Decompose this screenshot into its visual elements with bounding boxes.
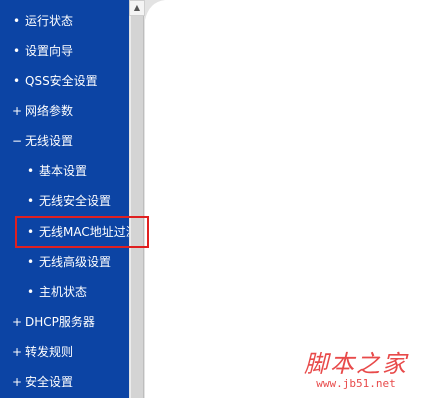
bullet-icon: • (12, 74, 21, 88)
sidebar-item-label: 无线设置 (25, 134, 74, 148)
sidebar-subitem-host-status[interactable]: • 主机状态 (0, 277, 129, 307)
scrollbar-thumb[interactable] (130, 16, 144, 398)
sidebar-item-label: 无线高级设置 (39, 255, 112, 269)
sidebar-item-qss-security[interactable]: • QSS安全设置 (0, 66, 129, 96)
sidebar-subitem-basic-settings[interactable]: • 基本设置 (0, 156, 129, 186)
sidebar-item-running-status[interactable]: • 运行状态 (0, 6, 129, 36)
corner-curve (145, 0, 165, 20)
expand-icon: + (12, 104, 23, 118)
sidebar-subitem-wireless-advanced[interactable]: • 无线高级设置 (0, 247, 129, 277)
sidebar-item-wireless-settings[interactable]: − 无线设置 (0, 126, 129, 156)
sidebar-item-label: 主机状态 (39, 285, 88, 299)
bullet-icon: • (26, 285, 35, 299)
bullet-icon: • (26, 255, 35, 269)
sidebar-item-label: 运行状态 (25, 14, 74, 28)
expand-icon: + (12, 375, 23, 389)
bullet-icon: • (12, 44, 21, 58)
collapse-icon: − (12, 134, 23, 148)
expand-icon: + (12, 315, 23, 329)
bullet-icon: • (26, 194, 35, 208)
sidebar-item-network-params[interactable]: + 网络参数 (0, 96, 129, 126)
sidebar-item-label: 无线安全设置 (39, 194, 112, 208)
sidebar-item-label: 转发规则 (25, 345, 74, 359)
bullet-icon: • (26, 164, 35, 178)
sidebar-subitem-wireless-security[interactable]: • 无线安全设置 (0, 186, 129, 216)
sidebar-item-dhcp-server[interactable]: + DHCP服务器 (0, 307, 129, 337)
highlight-annotation-box (15, 216, 149, 248)
watermark-title: 脚本之家 (304, 350, 408, 378)
sidebar-item-setup-wizard[interactable]: • 设置向导 (0, 36, 129, 66)
sidebar-item-security-settings[interactable]: + 安全设置 (0, 367, 129, 397)
main-content-area (145, 0, 424, 398)
sidebar-item-label: 安全设置 (25, 375, 74, 389)
sidebar-item-label: DHCP服务器 (25, 315, 95, 329)
sidebar-item-label: QSS安全设置 (25, 74, 98, 88)
sidebar-item-label: 设置向导 (25, 44, 74, 58)
watermark: 脚本之家 www.jb51.net (304, 344, 408, 390)
bullet-icon: • (12, 14, 21, 28)
vertical-scrollbar[interactable]: ▲ (129, 0, 145, 398)
expand-icon: + (12, 345, 23, 359)
sidebar-item-forwarding-rules[interactable]: + 转发规则 (0, 337, 129, 367)
sidebar-item-label: 网络参数 (25, 104, 74, 118)
watermark-url: www.jb51.net (316, 377, 396, 390)
sidebar-menu: • 运行状态 • 设置向导 • QSS安全设置 + 网络参数 − 无线设置 • 基本设置 •… (0, 0, 138, 398)
sidebar-item-label: 基本设置 (39, 164, 88, 178)
scroll-up-arrow-icon[interactable]: ▲ (129, 0, 145, 16)
